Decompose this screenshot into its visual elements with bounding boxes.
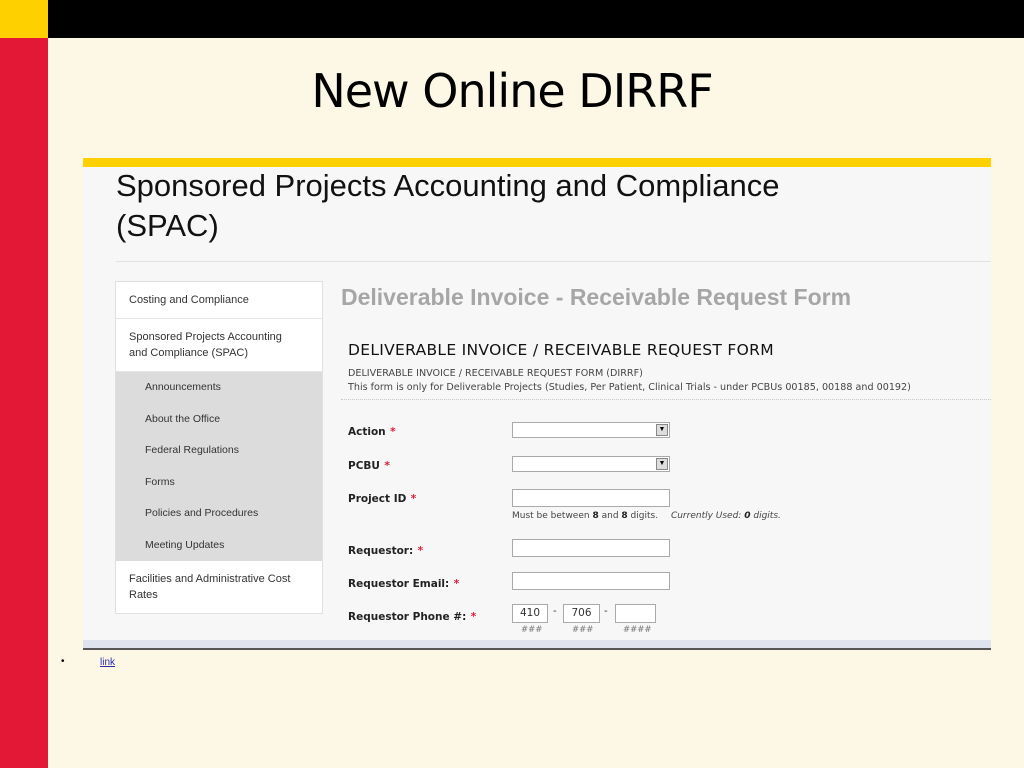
used-count: 0 — [744, 511, 751, 521]
field-row-project-id: Project ID * Must be between 8 and 8 dig… — [348, 489, 781, 521]
project-id-label: Project ID — [348, 493, 407, 505]
field-row-requestor-phone: Requestor Phone #: * 410 - 706 - ### ###… — [348, 604, 748, 635]
used-suffix: digits. — [753, 511, 781, 521]
sidebar-subitem-meeting-updates[interactable]: Meeting Updates — [116, 530, 322, 562]
field-row-requestor-email: Requestor Email: * — [348, 572, 670, 592]
pcbu-label: PCBU — [348, 460, 380, 472]
project-id-input[interactable] — [512, 489, 670, 507]
hint-suffix: digits. — [630, 511, 659, 521]
phone-area-input[interactable]: 410 — [512, 604, 548, 623]
requestor-phone-label: Requestor Phone #: — [348, 611, 467, 623]
required-marker: * — [390, 426, 396, 438]
sidebar-item-fa-rates[interactable]: Facilities and Administrative Cost Rates — [116, 561, 322, 613]
used-prefix: Currently Used: — [670, 511, 742, 521]
phone-area-mask: ### — [521, 625, 543, 635]
site-title-line2: (SPAC) — [116, 208, 219, 243]
action-label: Action — [348, 426, 386, 438]
requestor-email-label: Requestor Email: — [348, 578, 450, 590]
main-content: Deliverable Invoice - Receivable Request… — [341, 281, 991, 635]
form-heading: DELIVERABLE INVOICE / RECEIVABLE REQUEST… — [348, 341, 774, 359]
sidebar-item-costing-compliance[interactable]: Costing and Compliance — [116, 282, 322, 319]
project-id-hint: Must be between 8 and 8 digits. Currentl… — [512, 511, 781, 521]
pcbu-select[interactable]: ▼ — [512, 456, 670, 472]
hint-and: and — [601, 511, 619, 521]
sidebar-subitem-about[interactable]: About the Office — [116, 404, 322, 436]
required-marker: * — [453, 578, 460, 590]
hint-min: 8 — [592, 511, 599, 521]
hint-prefix: Must be between — [512, 511, 590, 521]
screenshot-bottom-strip — [83, 640, 991, 648]
chevron-down-icon[interactable]: ▼ — [656, 424, 668, 436]
form-description: DELIVERABLE INVOICE / RECEIVABLE REQUEST… — [348, 367, 991, 395]
requestor-label: Requestor: — [348, 545, 414, 557]
form-subtitle: DELIVERABLE INVOICE / RECEIVABLE REQUEST… — [348, 368, 643, 379]
sidebar-subitem-forms[interactable]: Forms — [116, 467, 322, 499]
form-divider — [341, 399, 991, 400]
site-title: Sponsored Projects Accounting and Compli… — [116, 166, 779, 246]
dirrf-link[interactable]: link — [100, 657, 115, 668]
field-row-requestor: Requestor: * — [348, 539, 670, 559]
requestor-input[interactable] — [512, 539, 670, 557]
requestor-email-input[interactable] — [512, 572, 670, 590]
phone-prefix-mask: ### — [572, 625, 594, 635]
currently-used: Currently Used: 0 digits. — [671, 511, 781, 521]
required-marker: * — [384, 460, 390, 472]
sidebar-subitem-policies[interactable]: Policies and Procedures — [116, 498, 322, 530]
field-row-action: Action * ▼ — [348, 422, 670, 440]
site-divider — [116, 261, 991, 262]
bullet-point: • — [61, 656, 65, 667]
phone-prefix-input[interactable]: 706 — [563, 604, 600, 623]
field-row-pcbu: PCBU * ▼ — [348, 456, 670, 474]
website-screenshot: Sponsored Projects Accounting and Compli… — [83, 158, 991, 650]
left-red-bar — [0, 38, 48, 768]
slide-title: New Online DIRRF — [311, 64, 713, 118]
phone-line-input[interactable] — [615, 604, 656, 623]
phone-separator: - — [604, 605, 608, 617]
hint-max: 8 — [621, 511, 628, 521]
sidebar-item-spac[interactable]: Sponsored Projects Accounting and Compli… — [116, 319, 322, 372]
chevron-down-icon[interactable]: ▼ — [656, 458, 668, 470]
sidebar-subitem-announcements[interactable]: Announcements — [116, 372, 322, 404]
sidebar-submenu: Announcements About the Office Federal R… — [116, 372, 322, 561]
site-title-line1: Sponsored Projects Accounting and Compli… — [116, 168, 780, 203]
phone-line-mask: #### — [623, 625, 652, 635]
page-heading: Deliverable Invoice - Receivable Request… — [341, 284, 852, 310]
required-marker: * — [410, 493, 417, 505]
form-note: This form is only for Deliverable Projec… — [348, 382, 911, 393]
accent-yellow-square — [0, 0, 48, 38]
sidebar-nav: Costing and Compliance Sponsored Project… — [115, 281, 323, 614]
required-marker: * — [417, 545, 424, 557]
sidebar-subitem-federal-regulations[interactable]: Federal Regulations — [116, 435, 322, 467]
phone-separator: - — [553, 605, 557, 617]
top-black-bar — [48, 0, 1024, 38]
required-marker: * — [470, 611, 477, 623]
action-select[interactable]: ▼ — [512, 422, 670, 438]
